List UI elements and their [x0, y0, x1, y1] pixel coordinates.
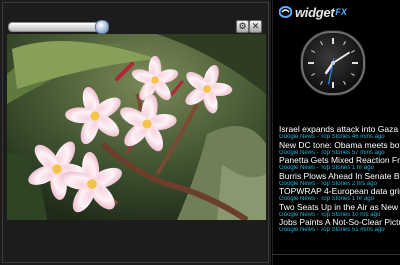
settings-icon: ⚙ [238, 21, 247, 31]
close-icon: ✕ [251, 21, 260, 31]
brand-suffix: FX [335, 7, 347, 17]
clock-tick [311, 50, 316, 53]
clock-tick [320, 41, 323, 46]
close-button[interactable]: ✕ [249, 20, 262, 33]
widgetfx-logo: widget FX [279, 4, 347, 20]
swirl-logo-icon [279, 6, 292, 18]
news-headline[interactable]: TOPWRAP 4-European data grim, T [279, 187, 400, 196]
news-headline[interactable]: Two Seats Up in the Air as New Se [279, 203, 400, 212]
news-headline[interactable]: Panetta Gets Mixed Reaction From [279, 156, 400, 165]
news-item[interactable]: Israel expands attack into Gaza Str Googl… [279, 125, 400, 141]
clock-minute-hand [332, 51, 350, 64]
clock-tick [350, 50, 355, 53]
analog-clock [301, 31, 365, 95]
sidebar-divider [272, 254, 400, 255]
clock-center-pin [331, 61, 335, 65]
progress-knob[interactable] [95, 20, 109, 34]
settings-button[interactable]: ⚙ [236, 20, 249, 33]
news-headline[interactable]: New DC tone: Obama meets both D [279, 141, 400, 150]
news-item[interactable]: Burris Plows Ahead In Senate Bid Google N… [279, 172, 400, 188]
clock-tick [343, 80, 346, 85]
news-item[interactable]: Panetta Gets Mixed Reaction From Google N… [279, 156, 400, 172]
news-headline[interactable]: Israel expands attack into Gaza Str [279, 125, 400, 134]
clock-tick [311, 73, 316, 76]
clock-face [308, 38, 358, 88]
clock-tick [350, 73, 355, 76]
news-headline[interactable]: Burris Plows Ahead In Senate Bid [279, 172, 400, 181]
news-source-time: Google News - Top Stories 51 mins ago [279, 227, 385, 233]
news-item[interactable]: Two Seats Up in the Air as New Se Google … [279, 203, 400, 219]
news-headline[interactable]: Jobs Paints A Not-So-Clear Picture [279, 218, 400, 227]
news-item[interactable]: TOPWRAP 4-European data grim, TGoogle Ne… [279, 187, 400, 203]
news-feed: Israel expands attack into Gaza Str Googl… [279, 125, 400, 234]
news-item[interactable]: New DC tone: Obama meets both DGoogle Ne… [279, 141, 400, 157]
progress-fill [9, 23, 107, 31]
brand-name: widget [295, 4, 335, 20]
slideshow-photo[interactable] [7, 34, 266, 220]
clock-tick [320, 80, 323, 85]
news-item[interactable]: Jobs Paints A Not-So-Clear Picture Google… [279, 218, 400, 234]
slideshow-progress-bar[interactable] [8, 20, 109, 34]
clock-tick [343, 41, 346, 46]
frangipani-flower-photo [7, 34, 266, 220]
